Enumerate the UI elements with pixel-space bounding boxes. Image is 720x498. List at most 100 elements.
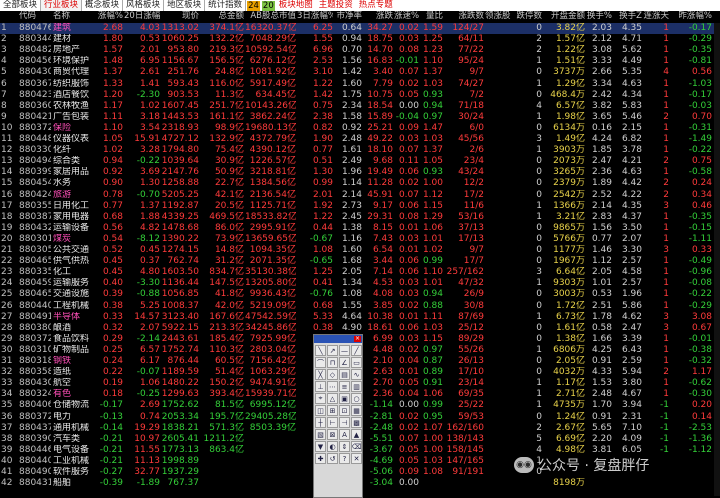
- column-header[interactable]: 涨跌: [363, 11, 393, 22]
- tab-8[interactable]: 板块地图: [276, 0, 316, 11]
- column-header[interactable]: 现价: [161, 11, 199, 22]
- drawing-tool-icon[interactable]: ⊠: [327, 429, 338, 440]
- drawing-tool-icon[interactable]: ✚: [315, 453, 326, 464]
- tab-0[interactable]: 全部板块: [0, 0, 42, 11]
- table-row[interactable]: 1 880476 建筑 2.68 4.03 1313.02 374.1亿 16320.37亿 6…: [0, 23, 720, 34]
- column-header[interactable]: AB股总市值: [245, 11, 296, 22]
- table-row[interactable]: 26 880440 工程机械 0.38 5.25 1008.37 42.0亿 5219.09亿…: [0, 301, 720, 312]
- tab-1[interactable]: 行业板块: [41, 0, 83, 11]
- drawing-tool-icon[interactable]: ┼: [315, 417, 326, 428]
- drawing-tool-icon[interactable]: A: [339, 429, 350, 440]
- drawing-tool-icon[interactable]: ≡: [339, 381, 350, 392]
- drawing-tool-icon[interactable]: ⊡: [339, 405, 350, 416]
- drawing-tool-icon[interactable]: ╱: [351, 345, 362, 356]
- drawing-tool-icon[interactable]: ▲: [351, 429, 362, 440]
- table-row[interactable]: 7 880423 酒店餐饮 1.20 -2.30 903.53 11.3亿 634.45亿 1.…: [0, 90, 720, 101]
- column-header[interactable]: 名称: [53, 11, 93, 22]
- column-header[interactable]: 涨速%: [394, 11, 419, 22]
- drawing-tool-icon[interactable]: ◐: [327, 441, 338, 452]
- drawing-tool-icon[interactable]: ⇕: [339, 441, 350, 452]
- column-header[interactable]: 20日涨幅%: [124, 11, 160, 22]
- drawing-tool-icon[interactable]: ✕: [351, 453, 362, 464]
- column-header[interactable]: 市净率: [334, 11, 362, 22]
- column-header[interactable]: 涨幅%: [93, 11, 123, 22]
- table-row[interactable]: 28 880380 酿酒 0.32 2.07 5922.15 213.3亿 34245.86亿…: [0, 323, 720, 334]
- tab-3[interactable]: 风格板块: [123, 0, 165, 11]
- table-row[interactable]: 20 880301 煤炭 0.54 -8.12 1390.22 73.9亿 13659.65亿…: [0, 234, 720, 245]
- tab-2[interactable]: 概念板块: [82, 0, 124, 11]
- vertical-scrollbar[interactable]: [714, 23, 720, 496]
- drawing-tool-icon[interactable]: ○: [351, 393, 362, 404]
- column-header[interactable]: 开盘金额: [543, 11, 585, 22]
- drawing-tool-icon[interactable]: ⋯: [327, 381, 338, 392]
- table-row[interactable]: 5 880430 商贸代理 1.37 2.61 251.76 24.8亿 1081.92亿 3.…: [0, 67, 720, 78]
- column-header[interactable]: 换手%: [586, 11, 612, 22]
- drawing-tool-icon[interactable]: ↗: [327, 345, 338, 356]
- column-header[interactable]: 总金额: [200, 11, 244, 22]
- table-row[interactable]: 8 880360 农林牧渔 1.17 1.02 1607.45 251.7亿 10143.26…: [0, 101, 720, 112]
- table-row[interactable]: 13 880494 综合类 0.94 -0.22 1039.64 30.9亿 1226.57亿…: [0, 156, 720, 167]
- drawing-tool-icon[interactable]: ▤: [339, 369, 350, 380]
- palette-titlebar[interactable]: ×: [314, 335, 362, 343]
- table-row[interactable]: 24 880459 运输服务 0.40 -3.30 1136.44 147.5亿 13205.…: [0, 278, 720, 289]
- drawing-tool-icon[interactable]: —: [339, 345, 350, 356]
- drawing-tool-icon[interactable]: ▦: [351, 405, 362, 416]
- drawing-tool-icon[interactable]: ⌖: [315, 393, 326, 404]
- column-header[interactable]: 领涨股: [485, 11, 515, 22]
- drawing-tool-icon[interactable]: ⊞: [327, 405, 338, 416]
- column-header[interactable]: 量比: [420, 11, 443, 22]
- drawing-tool-icon[interactable]: ↺: [327, 453, 338, 464]
- column-header[interactable]: 昨涨幅%: [670, 11, 712, 22]
- drawing-tool-icon[interactable]: ⌒: [315, 357, 326, 368]
- drawing-tool-icon[interactable]: ?: [339, 453, 350, 464]
- drawing-tool-icon[interactable]: ⊓: [327, 357, 338, 368]
- table-row[interactable]: 2 880344 建材 1.80 0.53 1060.25 132.2亿 7048.29亿 1.…: [0, 34, 720, 45]
- drawing-tool-icon[interactable]: △: [327, 393, 338, 404]
- column-header[interactable]: 连涨天: [643, 11, 669, 22]
- table-row[interactable]: 4 880456 环境保护 1.48 6.95 1156.67 156.5亿 6276.12亿…: [0, 56, 720, 67]
- tab-5[interactable]: 统计指数: [205, 0, 247, 11]
- table-row[interactable]: 19 880432 运输设备 0.56 4.82 1478.68 86.0亿 2995.91亿…: [0, 223, 720, 234]
- drawing-tool-icon[interactable]: ∿: [351, 369, 362, 380]
- drawing-tool-icon[interactable]: ⊢: [327, 417, 338, 428]
- table-row[interactable]: 17 880355 日用化工 0.77 1.37 1192.87 20.5亿 1125.71亿…: [0, 201, 720, 212]
- column-header[interactable]: 3日涨幅%: [297, 11, 333, 22]
- drawing-tool-icon[interactable]: ╳: [315, 369, 326, 380]
- drawing-tool-icon[interactable]: ▧: [315, 429, 326, 440]
- table-row[interactable]: 12 880330 化纤 1.02 3.28 1794.80 75.4亿 4390.12亿 0.…: [0, 145, 720, 156]
- table-row[interactable]: 11 880448 仪器仪表 1.05 15.91 4727.12 132.9亿 4372.7…: [0, 134, 720, 145]
- table-row[interactable]: 27 880491 半导体 0.33 14.57 3123.40 167.6亿 47542.5…: [0, 312, 720, 323]
- close-icon[interactable]: ×: [354, 336, 361, 342]
- drawing-tool-icon[interactable]: ⌫: [351, 441, 362, 452]
- table-row[interactable]: 22 880465 供气供热 0.45 0.37 762.74 31.2亿 2071.35亿 -…: [0, 256, 720, 267]
- table-row[interactable]: 16 880424 旅游 0.78 -0.70 5205.25 42.1亿 2136.54亿 2…: [0, 190, 720, 201]
- drawing-tool-icon[interactable]: ╲: [315, 345, 326, 356]
- drawing-tool-icon[interactable]: ▼: [315, 441, 326, 452]
- table-row[interactable]: 18 880387 家用电器 0.68 1.88 4339.25 469.5亿 18533.8…: [0, 212, 720, 223]
- table-row[interactable]: 3 880482 房地产 1.57 2.01 953.80 219.3亿 10592.54亿 6…: [0, 45, 720, 56]
- drawing-tool-icon[interactable]: ∠: [339, 357, 350, 368]
- tab-4[interactable]: 地区板块: [164, 0, 206, 11]
- drawing-tool-icon[interactable]: ▩: [351, 417, 362, 428]
- table-row[interactable]: 25 880465 交通设施 0.39 -0.88 1056.85 41.8亿 9936.43…: [0, 289, 720, 300]
- column-header[interactable]: 涨跌数: [444, 11, 484, 22]
- drawing-tool-icon[interactable]: ⊥: [315, 381, 326, 392]
- drawing-tool-icon[interactable]: ▭: [351, 357, 362, 368]
- drawing-tool-icon[interactable]: ⊣: [339, 417, 350, 428]
- column-header[interactable]: 代码: [19, 11, 51, 22]
- table-row[interactable]: 9 880421 广告包装 1.11 3.18 1443.53 161.1亿 3862.24亿…: [0, 112, 720, 123]
- drawing-tool-icon[interactable]: ◫: [315, 405, 326, 416]
- drawing-tool-icon[interactable]: ▥: [351, 381, 362, 392]
- table-row[interactable]: 23 880335 化工 0.45 4.80 1603.50 834.7亿 35130.38亿…: [0, 267, 720, 278]
- drawing-tool-icon[interactable]: ▣: [339, 393, 350, 404]
- table-row[interactable]: 10 880372 保险 1.10 3.54 2318.93 98.9亿 19680.13亿 0…: [0, 123, 720, 134]
- column-header[interactable]: 跌停数: [516, 11, 542, 22]
- drawing-tool-icon[interactable]: ◇: [327, 369, 338, 380]
- tab-10[interactable]: 热点专题: [356, 0, 396, 11]
- table-row[interactable]: 15 880454 水务 0.90 1.30 1258.88 22.7亿 1384.56亿 0.…: [0, 178, 720, 189]
- table-row[interactable]: 14 880399 家居用品 0.92 3.69 2147.76 50.9亿 3218.81亿…: [0, 167, 720, 178]
- table-row[interactable]: 6 880367 纺织服饰 1.33 1.41 593.43 116.0亿 5917.49亿 1…: [0, 79, 720, 90]
- table-row[interactable]: 21 880305 公共交通 0.52 0.45 1274.15 14.8亿 1094.35亿…: [0, 245, 720, 256]
- tab-9[interactable]: 主题投资: [316, 0, 356, 11]
- column-header[interactable]: 换手Z: [613, 11, 642, 22]
